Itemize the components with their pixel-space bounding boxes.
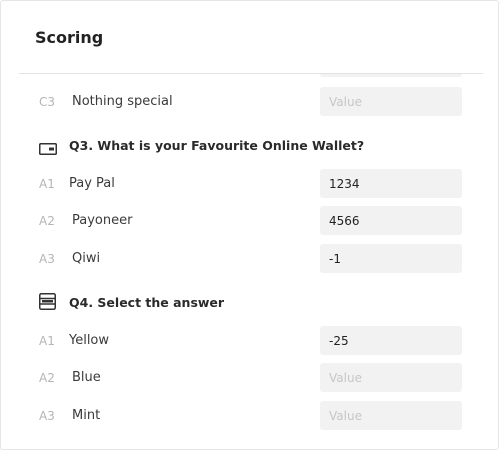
select-list-icon (39, 293, 56, 314)
value-input[interactable] (320, 326, 462, 355)
scoring-list[interactable]: C3 Nothing special Q3. What is your Favo… (1, 74, 498, 449)
answer-row: A3 Qiwi (1, 244, 498, 274)
value-input-partial[interactable] (320, 74, 462, 77)
answer-code: C3 (39, 95, 56, 109)
value-input[interactable] (320, 363, 462, 392)
answer-label: Blue (72, 370, 101, 385)
answer-label: Mint (72, 408, 101, 423)
question-title: Q4. Select the answer (69, 295, 225, 310)
answer-row: A1 Pay Pal (1, 169, 498, 199)
answer-label: Nothing special (72, 94, 173, 109)
answer-row: A3 Mint (1, 401, 498, 431)
answer-label: Payoneer (72, 213, 133, 228)
value-input[interactable] (320, 169, 462, 198)
answer-label: Yellow (69, 333, 110, 348)
answer-code: A3 (39, 409, 55, 423)
value-input[interactable] (320, 244, 462, 273)
panel-title: Scoring (35, 28, 104, 47)
value-input[interactable] (320, 206, 462, 235)
answer-row: A2 Payoneer (1, 206, 498, 236)
answer-label: Pay Pal (69, 176, 115, 191)
wallet-card-icon (39, 140, 57, 159)
answer-code: A1 (39, 334, 55, 348)
answer-label: Qiwi (72, 251, 101, 266)
answer-code: A2 (39, 371, 55, 385)
answer-row: A2 Blue (1, 363, 498, 393)
answer-code: A3 (39, 252, 55, 266)
answer-code: A1 (39, 177, 55, 191)
answer-row: A1 Yellow (1, 326, 498, 356)
value-input[interactable] (320, 87, 462, 116)
answer-row: C3 Nothing special (1, 87, 498, 117)
answer-code: A2 (39, 214, 55, 228)
scoring-panel: Scoring C3 Nothing special Q3. What is y… (0, 0, 499, 450)
question-header: Q4. Select the answer (1, 293, 498, 313)
value-input[interactable] (320, 401, 462, 430)
question-title: Q3. What is your Favourite Online Wallet… (69, 138, 365, 153)
question-header: Q3. What is your Favourite Online Wallet… (1, 136, 498, 156)
